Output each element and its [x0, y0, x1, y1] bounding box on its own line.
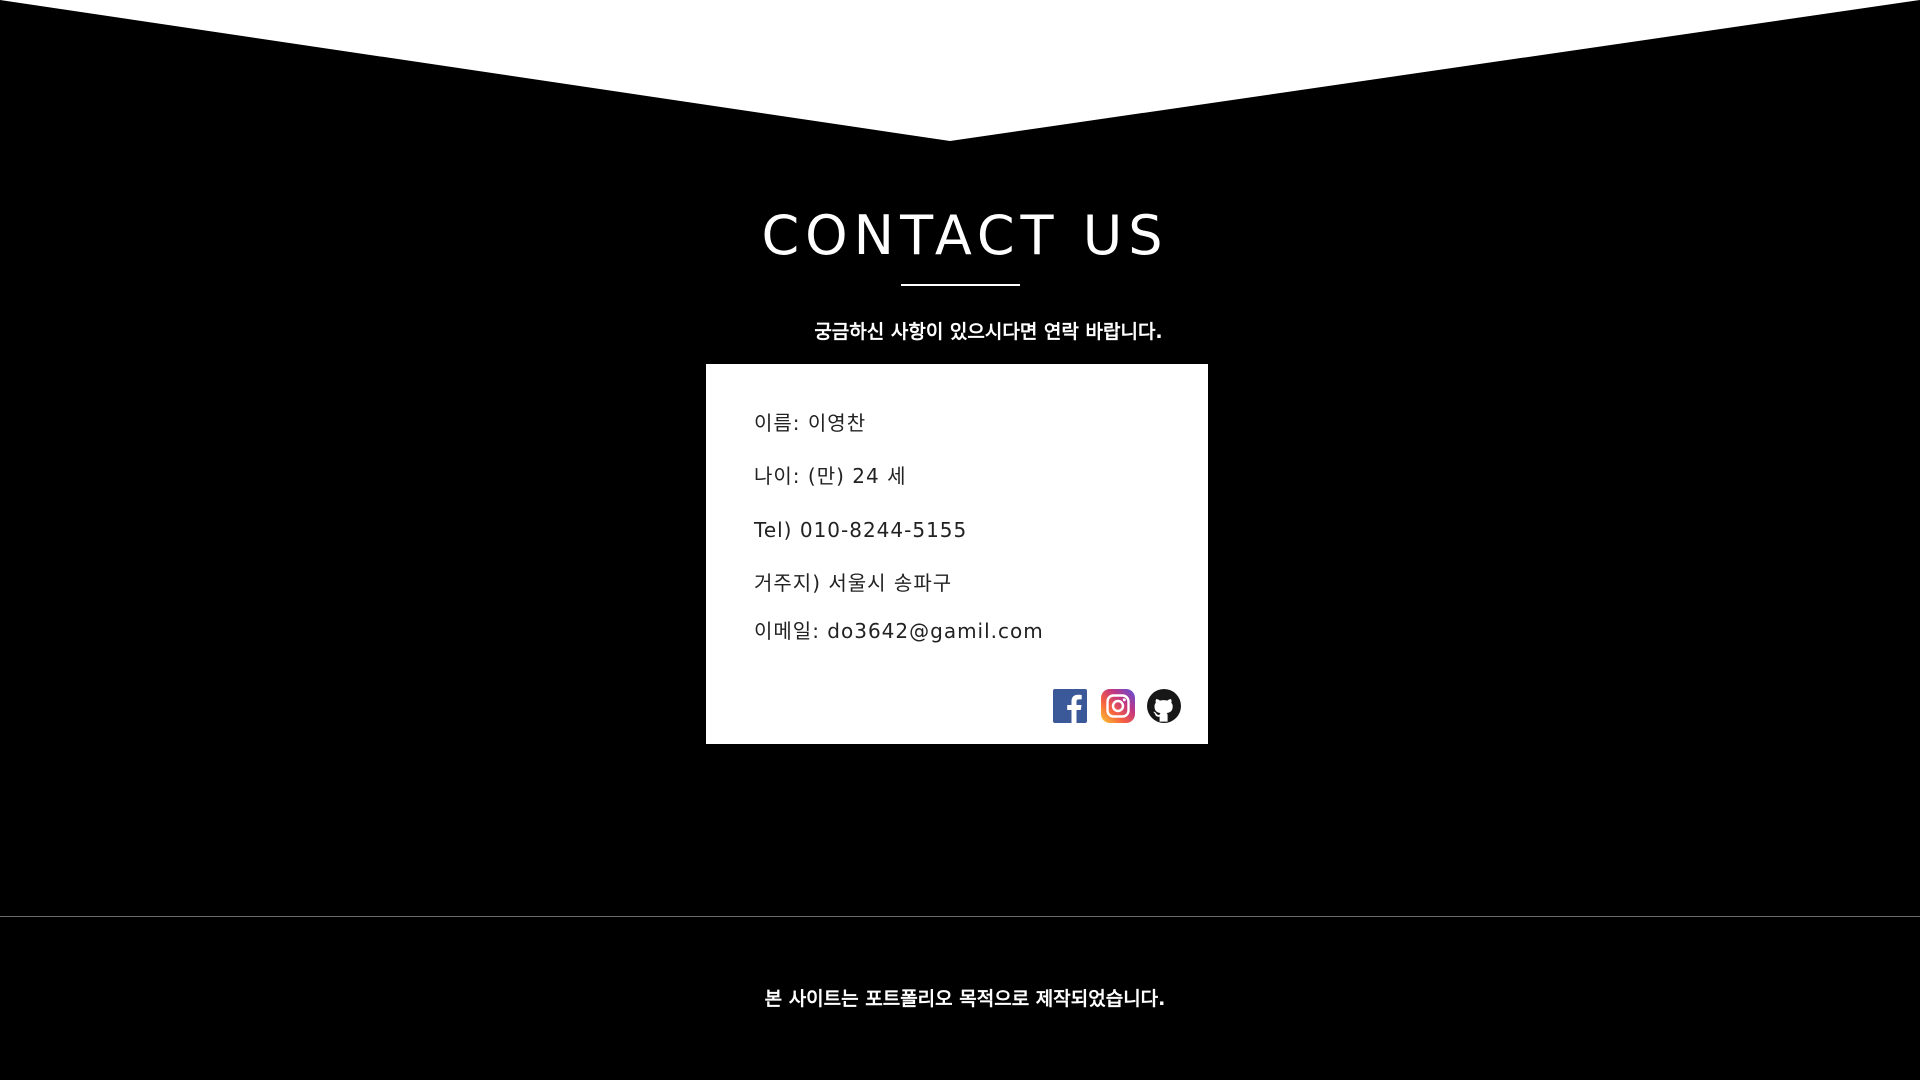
- section-title: CONTACT US: [761, 204, 1169, 267]
- footer-notice: 본 사이트는 포트폴리오 목적으로 제작되었습니다.: [764, 988, 1166, 1010]
- contact-email: 이메일: do3642@gamil.com: [754, 619, 1044, 643]
- title-underline: [901, 284, 1020, 286]
- contact-name: 이름: 이영찬: [754, 411, 867, 435]
- contact-age: 나이: (만) 24 세: [754, 464, 907, 488]
- top-wedge-shape: [0, 0, 1920, 141]
- footer-divider: [0, 916, 1920, 917]
- github-icon[interactable]: [1146, 688, 1182, 724]
- instagram-icon[interactable]: [1100, 688, 1136, 724]
- contact-phone: Tel) 010-8244-5155: [754, 518, 968, 542]
- contact-card: 이름: 이영찬 나이: (만) 24 세 Tel) 010-8244-5155 …: [706, 364, 1208, 744]
- contact-address: 거주지) 서울시 송파구: [754, 571, 953, 595]
- contact-page: CONTACT US 궁금하신 사항이 있으시다면 연락 바랍니다. 이름: 이…: [0, 0, 1920, 1080]
- facebook-icon[interactable]: [1052, 688, 1088, 724]
- section-subtitle: 궁금하신 사항이 있으시다면 연락 바랍니다.: [814, 321, 1163, 343]
